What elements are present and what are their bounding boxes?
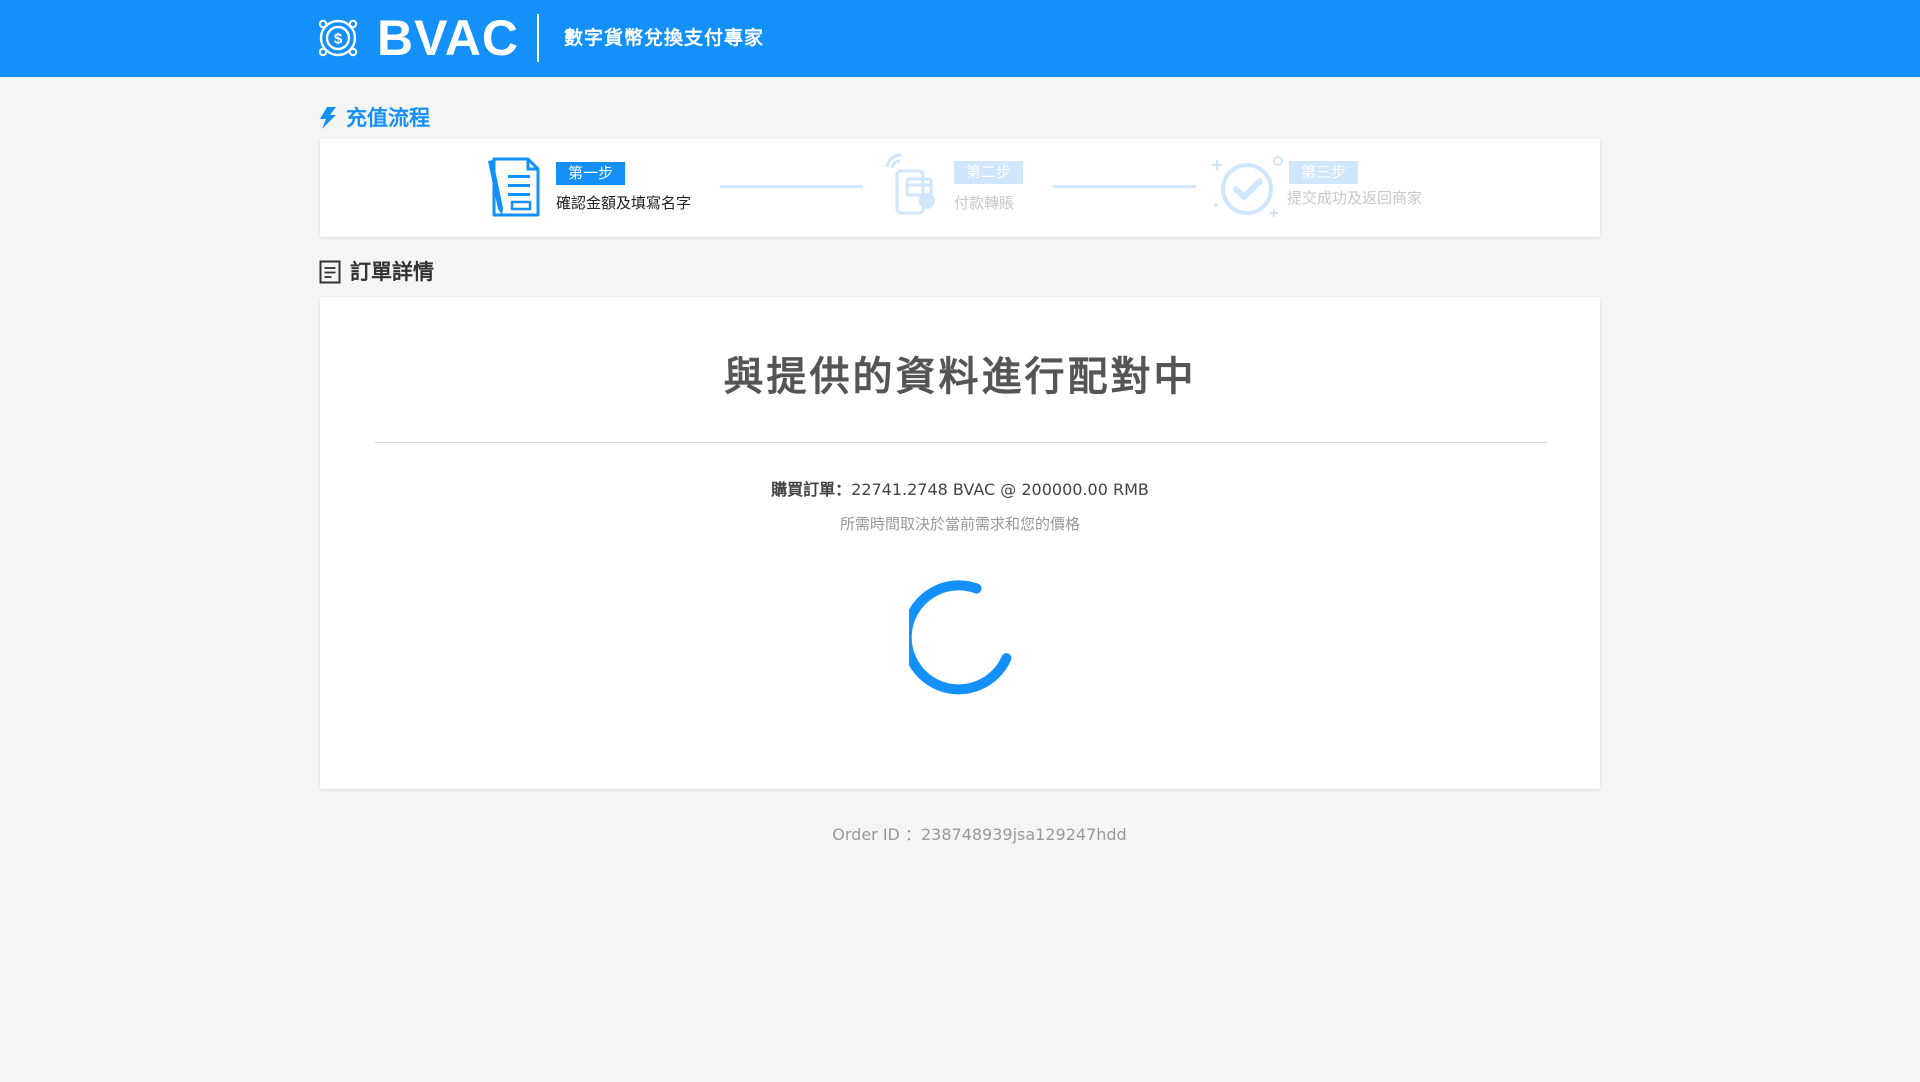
steps-card: 第一步 確認金額及填寫名字 第二步 付款轉賬 第三步 提交成功及返回商家: [320, 139, 1600, 237]
step-2-label: 付款轉賬: [954, 194, 1015, 212]
order-section-heading: 訂單詳情: [319, 258, 434, 286]
step-3-label: 提交成功及返回商家: [1287, 189, 1423, 207]
lightning-icon: [320, 107, 336, 129]
step-connector-1: [720, 185, 863, 188]
order-id-label: Order ID ：: [832, 825, 921, 844]
order-value: 22741.2748 BVAC @ 200000.00 RMB: [851, 480, 1149, 499]
order-section-title: 訂單詳情: [350, 260, 434, 284]
matching-status-title: 與提供的資料進行配對中: [723, 354, 1197, 400]
flow-section-heading: 充值流程: [319, 104, 430, 132]
loading-spinner: [901, 580, 1029, 700]
mobile-payment-icon: [885, 153, 935, 215]
brand-slogan: 數字貨幣兌換支付專家: [564, 27, 765, 49]
divider: [375, 442, 1547, 443]
order-id-value: 238748939jsa129247hdd: [920, 825, 1127, 844]
brand[interactable]: $ BVAC: [317, 10, 519, 66]
step-1-label: 確認金額及填寫名字: [556, 194, 692, 212]
order-id: Order ID ：238748939jsa129247hdd: [0, 824, 1920, 846]
brand-name: BVAC: [377, 10, 519, 66]
order-label: 購買訂單：: [771, 480, 852, 499]
header-divider: [537, 14, 539, 62]
step-connector-2: [1053, 185, 1196, 188]
order-card: 與提供的資料進行配對中 購買訂單：22741.2748 BVAC @ 20000…: [320, 297, 1600, 789]
top-header: $ BVAC 數字貨幣兌換支付專家: [0, 0, 1920, 77]
document-list-icon: [319, 260, 341, 284]
form-document-icon: [488, 157, 540, 217]
flow-section-title: 充值流程: [346, 106, 430, 130]
step-3-badge: 第三步: [1289, 161, 1359, 184]
step-1-badge: 第一步: [556, 162, 626, 185]
loading-spinner-icon: [901, 580, 1012, 695]
svg-text:$: $: [334, 31, 343, 48]
coin-exchange-icon: $: [318, 19, 358, 57]
step-2-badge: 第二步: [954, 161, 1024, 184]
order-summary: 購買訂單：22741.2748 BVAC @ 200000.00 RMB: [320, 479, 1600, 501]
order-note: 所需時間取決於當前需求和您的價格: [839, 515, 1080, 533]
check-circle-icon: [1212, 156, 1283, 217]
